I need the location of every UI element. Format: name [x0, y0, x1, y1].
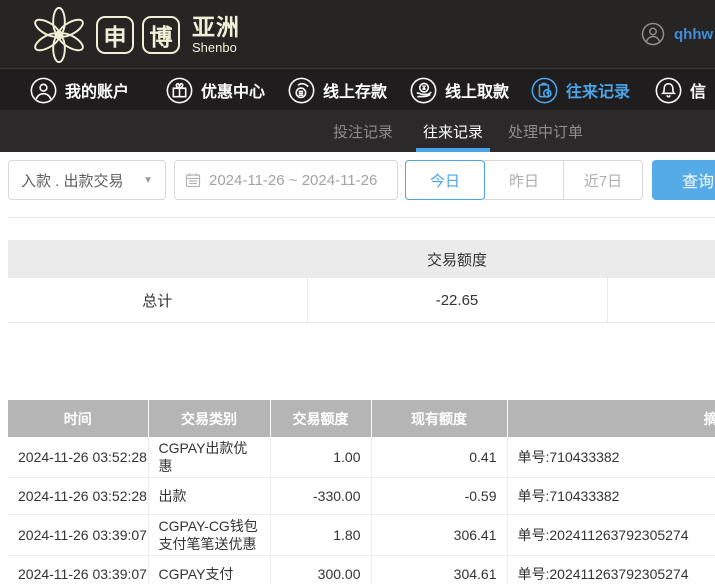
bell-icon [655, 77, 682, 103]
gift-icon [166, 77, 193, 103]
tab-transaction-records[interactable]: 往来记录 [415, 110, 491, 152]
cell-amount: -330.00 [270, 477, 372, 515]
lotus-flower-icon [34, 6, 84, 64]
nav-item-label: 信 [690, 84, 707, 101]
summary-header-amount: 交易额度 [307, 240, 607, 278]
nav-item-online-withdraw[interactable]: 线上取款 [410, 69, 509, 111]
table-row: 2024-11-26 03:52:28 出款 -330.00 -0.59 单号:… [8, 477, 715, 515]
chevron-down-icon: ▼ [143, 174, 153, 186]
nav-item-label: 我的账户 [65, 84, 130, 101]
cell-amount: 1.80 [270, 514, 372, 556]
brand-logo: 申 博 亚洲 Shenbo [28, 4, 240, 66]
search-button[interactable]: 查询 [652, 160, 715, 200]
quick-date-group: 今日 昨日 近7日 [405, 160, 643, 200]
cell-type: 出款 [148, 477, 271, 515]
summary-header-row: 交易额度 [8, 240, 715, 278]
col-header-amount: 交易额度 [270, 400, 372, 437]
brand-char-1: 申 [96, 16, 134, 54]
cell-balance: -0.59 [371, 477, 508, 515]
tab-betting-records[interactable]: 投注记录 [333, 110, 393, 152]
yesterday-button[interactable]: 昨日 [484, 160, 564, 200]
nav-item-label: 线上取款 [445, 84, 510, 101]
nav-item-label: 线上存款 [323, 84, 388, 101]
brand-char-2: 博 [142, 16, 180, 54]
summary-table: 交易额度 总计 -22.65 [8, 240, 715, 323]
table-row: 2024-11-26 03:52:28 CGPAY出款优惠 1.00 0.41 … [8, 437, 715, 478]
brand-region-wrap: 亚洲 Shenbo [192, 14, 240, 55]
deposit-icon [288, 77, 315, 103]
cell-balance: 0.41 [371, 437, 508, 478]
cell-balance: 304.61 [371, 555, 508, 584]
user-avatar-icon [641, 22, 665, 46]
cell-amount: 300.00 [270, 555, 372, 584]
date-range-value: 2024-11-26 ~ 2024-11-26 [209, 171, 378, 189]
summary-total-row: 总计 -22.65 [8, 278, 715, 323]
cell-note: 单号:710433382 [507, 437, 715, 478]
brand-region: 亚洲 [192, 14, 240, 40]
cell-time: 2024-11-26 03:39:07 [8, 514, 149, 556]
nav-item-online-deposit[interactable]: 线上存款 [288, 69, 387, 111]
summary-header-empty2 [607, 240, 715, 278]
nav-item-label: 往来记录 [566, 84, 631, 101]
cell-balance: 306.41 [371, 514, 508, 556]
cell-type: CGPAY支付 [148, 555, 271, 584]
transactions-table: 时间 交易类别 交易额度 现有额度 摘要 2024-11-26 03:52:28… [8, 400, 715, 584]
nav-item-messages[interactable]: 信 [655, 69, 706, 111]
table-row: 2024-11-26 03:39:07 CGPAY-CG钱包支付笔笔送优惠 1.… [8, 514, 715, 556]
cell-time: 2024-11-26 03:52:28 [8, 477, 149, 515]
table-header-row: 时间 交易类别 交易额度 现有额度 摘要 [8, 400, 715, 437]
cell-time: 2024-11-26 03:52:28 [8, 437, 149, 478]
date-range-input[interactable]: 2024-11-26 ~ 2024-11-26 [174, 160, 398, 200]
today-button[interactable]: 今日 [405, 160, 485, 200]
transaction-type-value: 入款 . 出款交易 [21, 172, 124, 190]
summary-header-empty [8, 240, 307, 278]
cell-type: CGPAY出款优惠 [148, 437, 271, 478]
table-row: 2024-11-26 03:39:07 CGPAY支付 300.00 304.6… [8, 555, 715, 584]
nav-item-promotions[interactable]: 优惠中心 [166, 69, 265, 111]
nav-item-label: 优惠中心 [201, 84, 266, 101]
cell-time: 2024-11-26 03:39:07 [8, 555, 149, 584]
col-header-balance: 现有额度 [371, 400, 508, 437]
filter-bar: 入款 . 出款交易 ▼ 2024-11-26 ~ 2024-11-26 今日 昨… [0, 152, 715, 208]
brand-latin: Shenbo [192, 40, 237, 55]
username[interactable]: qhhw [674, 26, 713, 43]
top-header: 申 博 亚洲 Shenbo qhhw [0, 0, 715, 68]
withdraw-icon [410, 77, 437, 103]
cell-note: 单号:202411263792305274 [507, 514, 715, 556]
transaction-type-select[interactable]: 入款 . 出款交易 ▼ [8, 160, 166, 200]
records-icon [531, 77, 558, 103]
summary-total-empty [606, 278, 715, 323]
calendar-icon [185, 173, 201, 188]
user-account[interactable]: qhhw [641, 22, 713, 46]
col-header-time: 时间 [8, 400, 149, 437]
page: 申 博 亚洲 Shenbo qhhw 我的账户 优惠中心 线上存款 线上取款 往… [0, 0, 715, 584]
cell-note: 单号:202411263792305274 [507, 555, 715, 584]
nav-item-transaction-records[interactable]: 往来记录 [531, 69, 630, 111]
nav-item-my-account[interactable]: 我的账户 [30, 69, 129, 111]
record-tabs: 投注记录 往来记录 处理中订单 [0, 110, 715, 152]
main-nav: 我的账户 优惠中心 线上存款 线上取款 往来记录 信 [0, 68, 715, 110]
summary-total-value: -22.65 [306, 278, 607, 323]
col-header-type: 交易类别 [148, 400, 271, 437]
section-divider [8, 217, 715, 218]
summary-total-label: 总计 [8, 278, 307, 323]
cell-amount: 1.00 [270, 437, 372, 478]
cell-type: CGPAY-CG钱包支付笔笔送优惠 [148, 514, 271, 556]
last7days-button[interactable]: 近7日 [563, 160, 643, 200]
cell-note: 单号:710433382 [507, 477, 715, 515]
tab-processing-orders[interactable]: 处理中订单 [508, 110, 583, 152]
user-icon [30, 77, 57, 103]
col-header-note: 摘要 [507, 400, 715, 437]
